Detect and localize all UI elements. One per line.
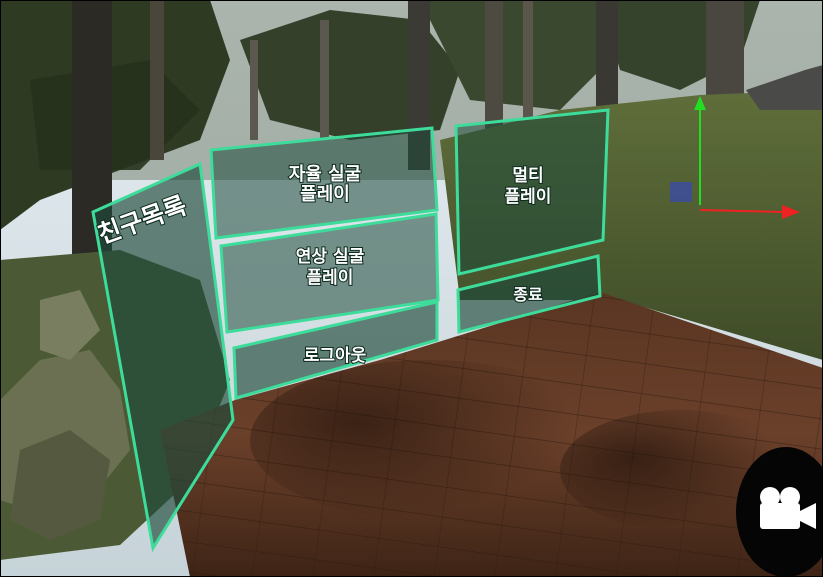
guided-play-label-line2: 플레이 [307, 268, 354, 288]
multi-play-label-line2: 플레이 [505, 187, 552, 207]
video-camera-icon [760, 487, 816, 529]
game-viewport: 친구목록 자율 실굴 플레이 연상 실굴 플레이 로그아웃 멀티 플레이 종료 [0, 0, 823, 577]
solo-play-label-line1: 자율 실굴 [289, 164, 362, 185]
gizmo-z-handle [670, 182, 692, 202]
logout-label: 로그아웃 [304, 346, 367, 366]
guided-play-label-line1: 연상 실굴 [296, 247, 365, 267]
exit-label: 종료 [513, 285, 543, 304]
solo-play-label-line2: 플레이 [300, 184, 350, 205]
multi-play-label-line1: 멀티 [512, 165, 543, 186]
